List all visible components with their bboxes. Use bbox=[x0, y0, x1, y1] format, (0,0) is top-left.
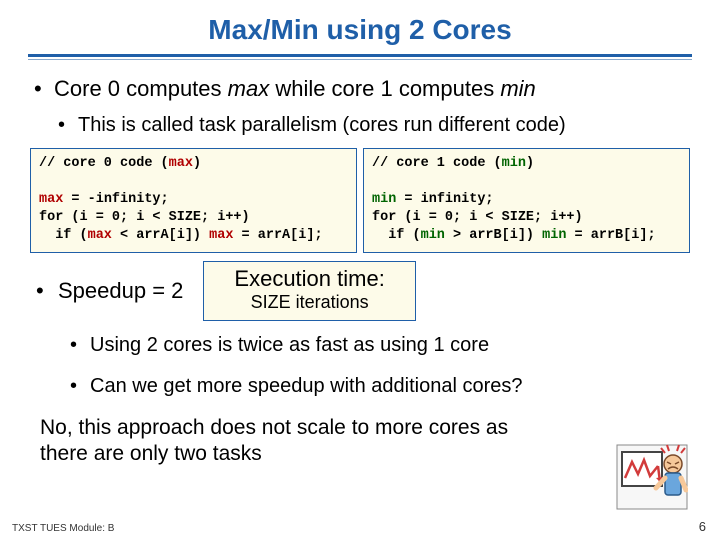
code-row: // core 0 code (max) max = -infinity; fo… bbox=[30, 148, 690, 253]
c1-l4c: > arrB[i]) bbox=[445, 228, 542, 243]
exec-sub: SIZE iterations bbox=[234, 292, 384, 314]
c1-comment-b: min bbox=[502, 156, 526, 171]
slide-content: Core 0 computes max while core 1 compute… bbox=[0, 57, 720, 467]
c0-l4d: max bbox=[209, 228, 233, 243]
c1-l4a: if ( bbox=[372, 228, 421, 243]
c1-l3: for (i = 0; i < SIZE; i++) bbox=[372, 210, 583, 225]
c0-comment-a: // core 0 code ( bbox=[39, 156, 169, 171]
c0-l4c: < arrA[i]) bbox=[112, 228, 209, 243]
c1-l2a: min bbox=[372, 192, 396, 207]
exec-title: Execution time: bbox=[234, 266, 384, 292]
bullet-main-max: max bbox=[228, 76, 270, 101]
c1-comment-c: ) bbox=[526, 156, 534, 171]
sub-bullet-2: Can we get more speedup with additional … bbox=[66, 374, 690, 399]
frustrated-chart-icon bbox=[616, 444, 688, 510]
c0-comment-c: ) bbox=[193, 156, 201, 171]
c1-l4b: min bbox=[421, 228, 445, 243]
c1-l4d: min bbox=[542, 228, 566, 243]
code-core1: // core 1 code (min) min = infinity; for… bbox=[363, 148, 690, 253]
title-rule bbox=[0, 54, 720, 57]
c1-comment-a: // core 1 code ( bbox=[372, 156, 502, 171]
sub-bullet-1: Using 2 cores is twice as fast as using … bbox=[66, 333, 690, 358]
c1-l2b: = infinity; bbox=[396, 192, 493, 207]
speedup-row: Speedup = 2 Execution time: SIZE iterati… bbox=[30, 261, 690, 321]
bullet-main-min: min bbox=[500, 76, 535, 101]
page-number: 6 bbox=[699, 519, 706, 534]
slide: Max/Min using 2 Cores Core 0 computes ma… bbox=[0, 0, 720, 540]
bullet-sub: This is called task parallelism (cores r… bbox=[54, 113, 690, 138]
bullet-main-pre: Core 0 computes bbox=[54, 76, 228, 101]
slide-title: Max/Min using 2 Cores bbox=[0, 0, 720, 54]
code-core0: // core 0 code (max) max = -infinity; fo… bbox=[30, 148, 357, 253]
c0-l4a: if ( bbox=[39, 228, 88, 243]
execution-time-box: Execution time: SIZE iterations bbox=[203, 261, 415, 321]
c0-comment-b: max bbox=[169, 156, 193, 171]
answer-text: No, this approach does not scale to more… bbox=[40, 415, 520, 468]
c0-l2a: max bbox=[39, 192, 63, 207]
c0-l2b: = -infinity; bbox=[63, 192, 168, 207]
speedup-bullet: Speedup = 2 bbox=[30, 277, 183, 305]
c0-l4b: max bbox=[88, 228, 112, 243]
footer-text: TXST TUES Module: B bbox=[12, 523, 114, 534]
bullet-main: Core 0 computes max while core 1 compute… bbox=[30, 75, 690, 138]
c1-l4e: = arrB[i]; bbox=[566, 228, 655, 243]
bullet-main-mid: while core 1 computes bbox=[269, 76, 500, 101]
sub-bullets: Using 2 cores is twice as fast as using … bbox=[30, 333, 690, 399]
c0-l4e: = arrA[i]; bbox=[233, 228, 322, 243]
c0-l3: for (i = 0; i < SIZE; i++) bbox=[39, 210, 250, 225]
